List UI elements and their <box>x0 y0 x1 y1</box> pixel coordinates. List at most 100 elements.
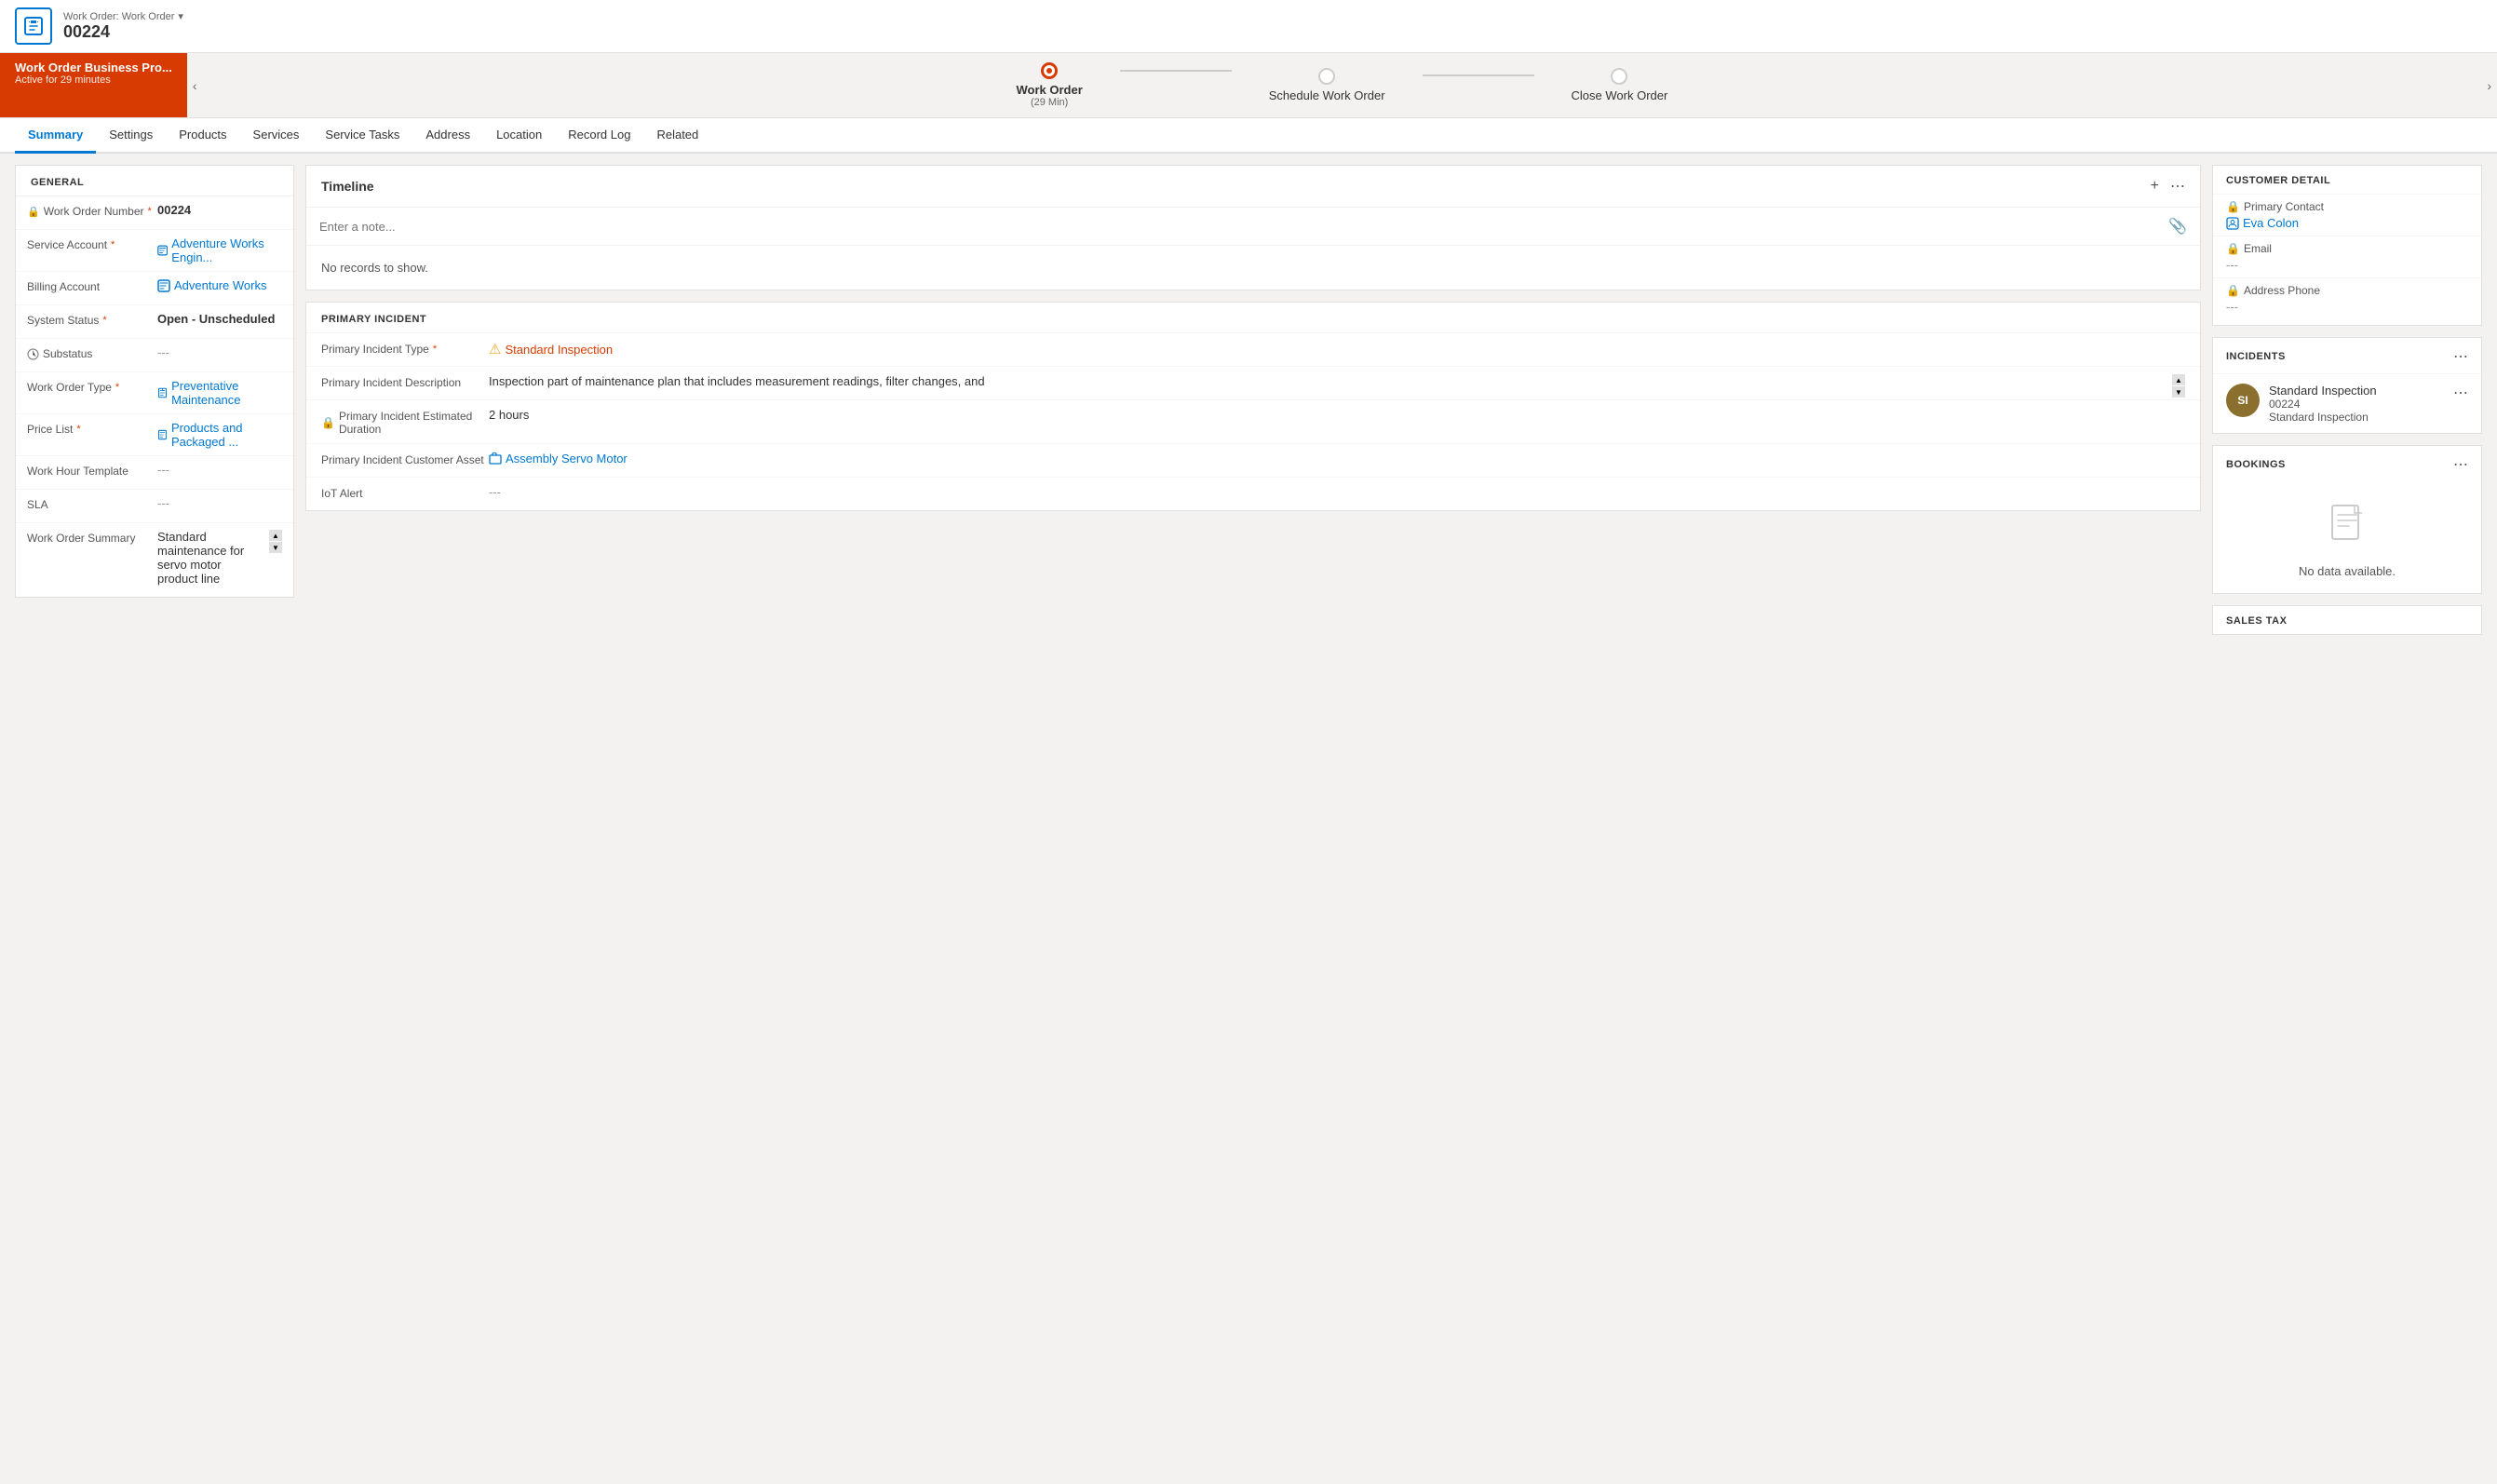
required-pit: * <box>433 344 437 355</box>
tab-record-log[interactable]: Record Log <box>555 118 643 154</box>
lock-icon-duration: 🔒 <box>321 416 335 429</box>
tab-services[interactable]: Services <box>240 118 313 154</box>
timeline-attach-icon[interactable]: 📎 <box>2168 217 2187 236</box>
no-data-text: No data available. <box>2299 564 2396 578</box>
field-substatus: Substatus --- <box>16 339 293 372</box>
incident-name-0: Standard Inspection <box>2269 384 2444 398</box>
tab-products[interactable]: Products <box>166 118 239 154</box>
incident-item-more-btn-0[interactable]: ⋯ <box>2453 384 2468 402</box>
process-step-1[interactable]: Work Order (29 Min) <box>979 53 1119 117</box>
header-dropdown-icon[interactable]: ▾ <box>178 10 183 22</box>
step-circle-1 <box>1041 62 1058 79</box>
tab-settings[interactable]: Settings <box>96 118 166 154</box>
value-billing-account[interactable]: Adventure Works <box>157 278 282 292</box>
header-record-number: 00224 <box>63 22 183 42</box>
tab-related[interactable]: Related <box>643 118 711 154</box>
cust-value-primary-contact[interactable]: Eva Colon <box>2226 216 2468 230</box>
process-chevron-right[interactable]: › <box>2481 53 2497 117</box>
nav-tabs: Summary Settings Products Services Servi… <box>0 118 2497 154</box>
step-connector-2 <box>1423 74 1534 76</box>
label-sla: SLA <box>27 496 157 511</box>
incident-field-iot: IoT Alert --- <box>306 477 2200 510</box>
incident-label-duration: 🔒 Primary Incident Estimated Duration <box>321 408 489 436</box>
bookings-more-btn[interactable]: ⋯ <box>2453 455 2468 474</box>
tab-location[interactable]: Location <box>483 118 555 154</box>
active-stage[interactable]: Work Order Business Pro... Active for 29… <box>0 53 187 117</box>
timeline-more-btn[interactable]: ⋯ <box>2170 177 2185 196</box>
label-substatus: Substatus <box>27 345 157 360</box>
value-work-order-type[interactable]: Preventative Maintenance <box>157 379 282 407</box>
header-subtitle-text: Work Order: Work Order <box>63 11 174 22</box>
timeline-note-input[interactable] <box>319 220 2168 234</box>
customer-detail-header: CUSTOMER DETAIL <box>2213 166 2481 194</box>
value-price-list[interactable]: Products and Packaged ... <box>157 421 282 449</box>
cust-value-email: --- <box>2226 258 2468 272</box>
cust-value-address-phone: --- <box>2226 300 2468 314</box>
label-service-account: Service Account * <box>27 236 157 251</box>
doc-icon-wot <box>157 386 168 399</box>
panel-right: CUSTOMER DETAIL 🔒 Primary Contact Eva Co… <box>2212 165 2482 1473</box>
incident-field-type: Primary Incident Type * ⚠ Standard Inspe… <box>306 332 2200 366</box>
desc-scroll-up[interactable]: ▲ <box>2172 374 2185 385</box>
step-connector-1 <box>1120 70 1232 72</box>
incidents-more-btn[interactable]: ⋯ <box>2453 347 2468 366</box>
timeline-card: Timeline + ⋯ 📎 No records to show. <box>305 165 2201 290</box>
cust-field-email: 🔒 Email --- <box>2213 236 2481 277</box>
work-order-icon <box>15 7 52 45</box>
bookings-section-header: BOOKINGS ⋯ <box>2213 446 2481 481</box>
incident-value-type[interactable]: ⚠ Standard Inspection <box>489 341 2185 358</box>
summary-scrollbar[interactable]: ▲ ▼ <box>269 530 282 553</box>
process-chevron-left[interactable]: ‹ <box>187 53 203 117</box>
label-billing-account: Billing Account <box>27 278 157 293</box>
required-pl: * <box>76 424 80 435</box>
step-sublabel-1: (29 Min) <box>1031 97 1068 108</box>
incidents-section-header: INCIDENTS ⋯ <box>2213 338 2481 373</box>
header-title-block: Work Order: Work Order ▾ 00224 <box>63 10 183 42</box>
timeline-add-btn[interactable]: + <box>2151 178 2159 195</box>
incident-value-iot: --- <box>489 485 2185 499</box>
description-scrollbar[interactable]: ▲ ▼ <box>2172 374 2185 398</box>
price-icon-pl <box>157 428 168 441</box>
step-circle-3 <box>1611 68 1627 85</box>
no-data-doc-icon <box>2328 504 2366 548</box>
desc-scroll-down[interactable]: ▼ <box>2172 386 2185 398</box>
tab-summary[interactable]: Summary <box>15 118 96 154</box>
incident-type-0: Standard Inspection <box>2269 411 2444 424</box>
entity-icon-ba <box>157 279 170 292</box>
main-content: GENERAL 🔒 Work Order Number * 00224 Serv… <box>0 154 2497 1484</box>
scroll-up-btn[interactable]: ▲ <box>269 530 282 541</box>
label-work-order-summary: Work Order Summary <box>27 530 157 545</box>
required-sa: * <box>111 239 115 250</box>
incident-item-0: SI Standard Inspection 00224 Standard In… <box>2213 373 2481 433</box>
field-billing-account: Billing Account Adventure Works <box>16 272 293 305</box>
primary-incident-header: PRIMARY INCIDENT <box>306 303 2200 332</box>
general-card: GENERAL 🔒 Work Order Number * 00224 Serv… <box>15 165 294 598</box>
app-header: Work Order: Work Order ▾ 00224 <box>0 0 2497 53</box>
process-steps: Work Order (29 Min) Schedule Work Order … <box>202 53 2481 117</box>
header-subtitle[interactable]: Work Order: Work Order ▾ <box>63 10 183 22</box>
step-label-1: Work Order <box>1016 83 1082 97</box>
incident-number-0: 00224 <box>2269 398 2444 411</box>
process-step-2[interactable]: Schedule Work Order <box>1232 59 1423 112</box>
incident-info-0: Standard Inspection 00224 Standard Inspe… <box>2269 384 2444 424</box>
value-service-account[interactable]: Adventure Works Engin... <box>157 236 282 264</box>
process-step-3[interactable]: Close Work Order <box>1534 59 1706 112</box>
incident-field-duration: 🔒 Primary Incident Estimated Duration 2 … <box>306 399 2200 443</box>
active-stage-sub: Active for 29 minutes <box>15 74 172 86</box>
incident-field-description: Primary Incident Description Inspection … <box>306 366 2200 399</box>
tab-service-tasks[interactable]: Service Tasks <box>312 118 412 154</box>
scroll-down-btn[interactable]: ▼ <box>269 542 282 553</box>
cust-label-primary-contact: 🔒 Primary Contact <box>2226 200 2468 213</box>
incident-value-asset[interactable]: Assembly Servo Motor <box>489 452 2185 465</box>
timeline-actions: + ⋯ <box>2151 177 2185 196</box>
general-header: GENERAL <box>16 166 293 196</box>
value-sla: --- <box>157 496 282 510</box>
required-wot: * <box>115 382 119 393</box>
incident-value-description: Inspection part of maintenance plan that… <box>489 374 2185 388</box>
tab-address[interactable]: Address <box>412 118 483 154</box>
value-system-status: Open - Unscheduled <box>157 312 282 326</box>
label-price-list: Price List * <box>27 421 157 436</box>
substatus-icon <box>27 348 39 360</box>
label-work-order-type: Work Order Type * <box>27 379 157 394</box>
label-work-order-number: 🔒 Work Order Number * <box>27 203 157 218</box>
